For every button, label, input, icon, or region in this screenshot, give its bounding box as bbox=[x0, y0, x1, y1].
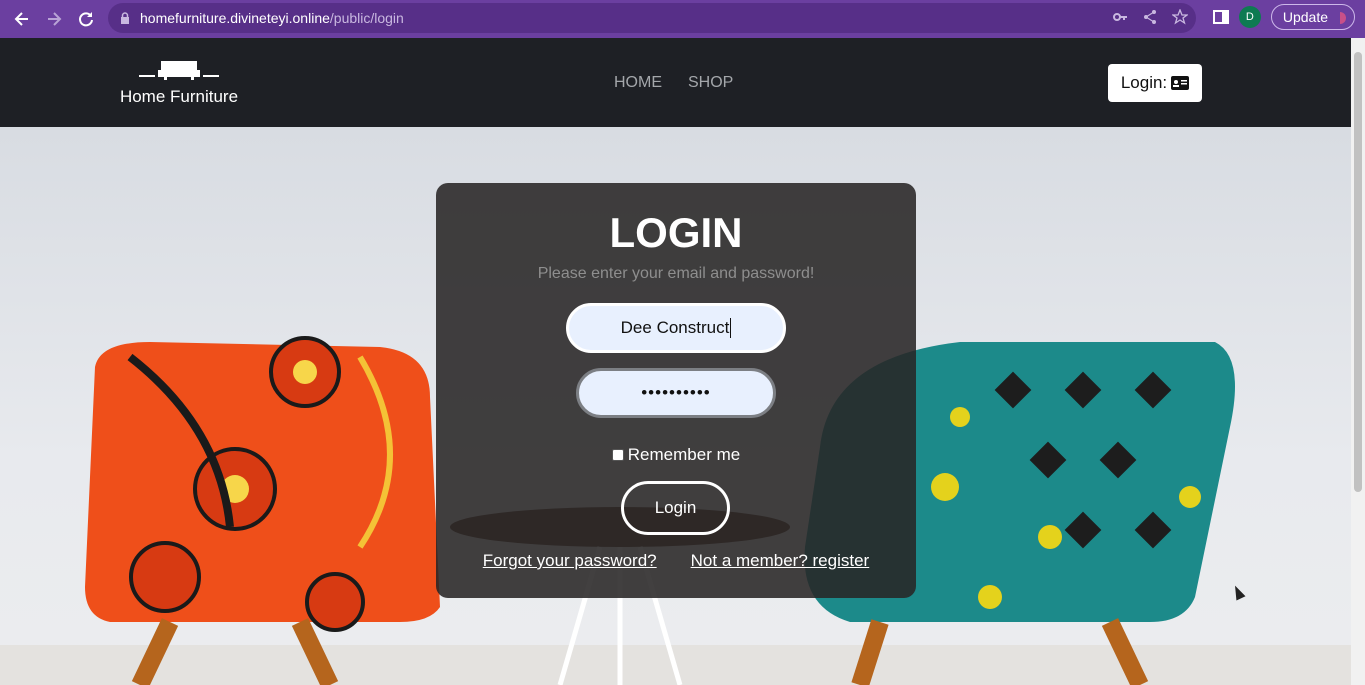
url-text: homefurniture.divineteyi.online/public/l… bbox=[140, 10, 404, 26]
site-header: Home Furniture HOME SHOP Login: bbox=[0, 38, 1351, 127]
header-login-button[interactable]: Login: bbox=[1108, 64, 1202, 102]
sofa-logo-icon bbox=[139, 61, 219, 80]
login-title: LOGIN bbox=[609, 209, 743, 256]
nav-home[interactable]: HOME bbox=[614, 74, 662, 92]
header-login-label: Login: bbox=[1120, 73, 1168, 92]
remember-checkbox[interactable] bbox=[611, 449, 624, 461]
lock-icon bbox=[121, 12, 129, 24]
key-icon[interactable] bbox=[1112, 9, 1128, 25]
page-scrollbar[interactable] bbox=[1351, 38, 1365, 685]
main-nav: HOME SHOP bbox=[614, 74, 733, 92]
browser-toolbar: homefurniture.divineteyi.online/public/l… bbox=[0, 0, 1365, 38]
brand-logo[interactable]: Home Furniture bbox=[117, 58, 241, 107]
address-bar[interactable]: homefurniture.divineteyi.online/public/l… bbox=[108, 3, 1196, 33]
forward-icon[interactable] bbox=[38, 3, 70, 35]
reload-icon[interactable] bbox=[70, 3, 102, 35]
scrollbar-thumb[interactable] bbox=[1354, 52, 1362, 492]
share-icon[interactable] bbox=[1142, 9, 1158, 25]
username-input[interactable]: Dee Construct bbox=[566, 303, 786, 353]
update-button[interactable]: Update bbox=[1270, 4, 1355, 30]
card-links: Forgot your password? Not a member? regi… bbox=[436, 551, 916, 571]
password-value: •••••••••• bbox=[641, 383, 711, 402]
star-icon[interactable] bbox=[1172, 9, 1188, 25]
password-input[interactable]: •••••••••• bbox=[576, 368, 776, 418]
brand-name: Home Furniture bbox=[119, 87, 239, 106]
register-link[interactable]: Not a member? register bbox=[691, 551, 870, 571]
text-caret bbox=[730, 318, 732, 338]
login-submit-button[interactable]: Login bbox=[621, 481, 730, 535]
username-value: Dee Construct bbox=[620, 318, 730, 337]
forgot-password-link[interactable]: Forgot your password? bbox=[483, 551, 657, 571]
back-icon[interactable] bbox=[6, 3, 38, 35]
login-card: LOGIN Please enter your email and passwo… bbox=[436, 183, 916, 598]
remember-me: Remember me bbox=[436, 445, 916, 465]
profile-avatar[interactable]: D bbox=[1238, 6, 1261, 28]
nav-shop[interactable]: SHOP bbox=[688, 74, 733, 92]
id-card-icon bbox=[1171, 76, 1190, 90]
login-subtitle: Please enter your email and password! bbox=[537, 265, 815, 282]
remember-label[interactable]: Remember me bbox=[628, 445, 740, 465]
side-panel-icon[interactable] bbox=[1212, 9, 1229, 25]
